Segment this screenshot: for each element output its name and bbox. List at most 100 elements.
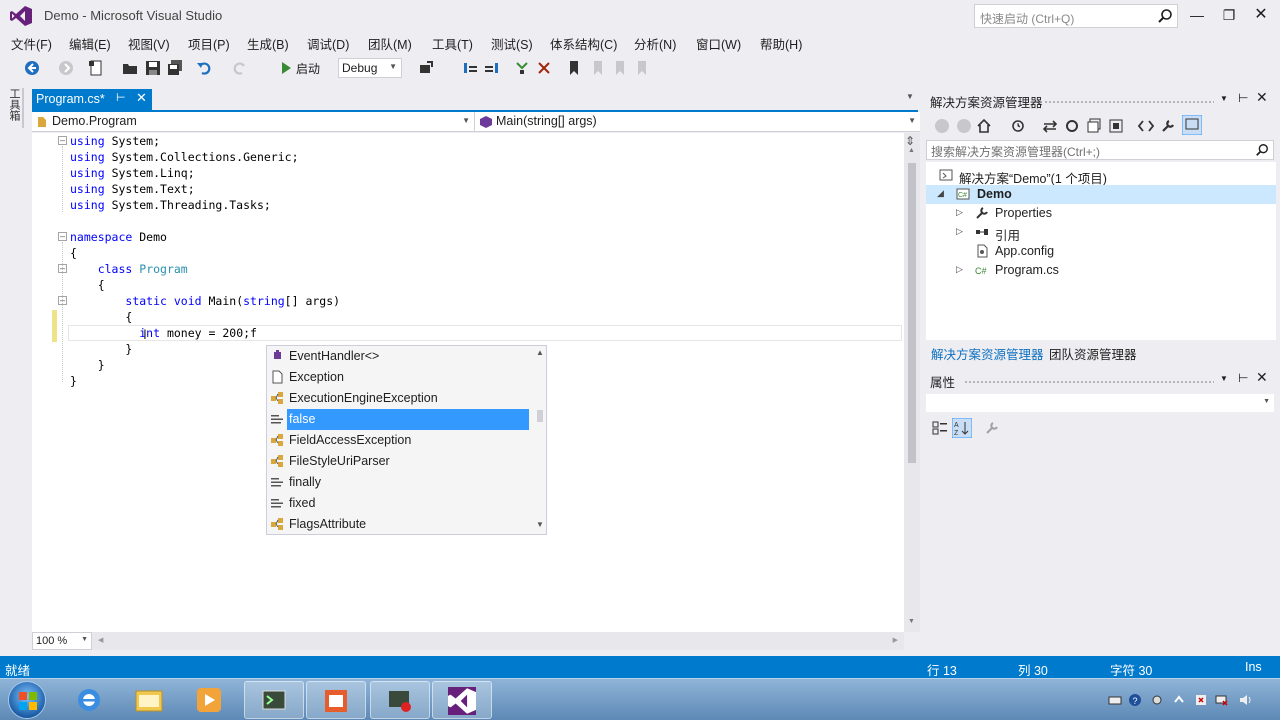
scrollbar-thumb[interactable]: [537, 410, 543, 422]
completion-item[interactable]: finally: [267, 472, 529, 493]
collapse-all-icon[interactable]: [1086, 118, 1102, 134]
taskbar-ie-button[interactable]: [60, 681, 120, 719]
menu-analyze[interactable]: 分析(N): [634, 34, 676, 53]
tree-item-properties[interactable]: ▷ Properties: [926, 204, 1276, 223]
taskbar-app-button[interactable]: [244, 681, 304, 719]
taskbar-visual-studio-button[interactable]: [432, 681, 492, 719]
taskbar-app-button[interactable]: [370, 681, 430, 719]
member-dropdown[interactable]: Main(string[] args) ▼: [476, 112, 920, 131]
start-button[interactable]: [8, 681, 46, 719]
network-icon[interactable]: [1214, 693, 1228, 707]
new-project-icon[interactable]: [88, 60, 104, 76]
save-icon[interactable]: [145, 60, 161, 76]
properties-object-dropdown[interactable]: ▼: [926, 394, 1274, 412]
start-debugging-label[interactable]: 启动: [296, 60, 320, 77]
clear-bookmarks-icon[interactable]: [634, 60, 650, 76]
step-over-icon[interactable]: [484, 60, 500, 76]
sync-icon[interactable]: [1042, 118, 1058, 134]
tree-item-project[interactable]: ◢ C# Demo: [926, 185, 1276, 204]
completion-item[interactable]: FileStyleUriParser: [267, 451, 529, 472]
close-icon[interactable]: ✕: [1256, 89, 1268, 106]
menu-test[interactable]: 测试(S): [491, 34, 533, 53]
panel-menu-icon[interactable]: ▼: [1220, 94, 1228, 103]
tree-item-app-config[interactable]: App.config: [926, 242, 1276, 261]
scroll-up-icon[interactable]: ▲: [908, 147, 915, 154]
tree-item-solution[interactable]: 解决方案“Demo”(1 个项目): [926, 166, 1276, 186]
taskbar-explorer-button[interactable]: [120, 681, 180, 719]
editor-horizontal-scrollbar[interactable]: ◀ ▶: [92, 632, 904, 650]
completion-item[interactable]: FieldAccessException: [267, 430, 529, 451]
tab-team-explorer[interactable]: 团队资源管理器: [1049, 344, 1137, 363]
collapse-icon[interactable]: –: [58, 136, 67, 145]
menu-build[interactable]: 生成(B): [247, 34, 289, 53]
attach-icon[interactable]: [418, 60, 434, 76]
collapsed-arrow-icon[interactable]: ▷: [956, 207, 963, 218]
completion-item[interactable]: EventHandler<>: [267, 346, 529, 367]
collapse-icon[interactable]: –: [58, 232, 67, 241]
view-code-icon[interactable]: [1138, 118, 1154, 134]
panel-menu-icon[interactable]: ▼: [1220, 374, 1228, 383]
scrollbar-thumb[interactable]: [908, 163, 916, 463]
breakpoint-icon[interactable]: [514, 60, 530, 76]
undo-icon[interactable]: [196, 60, 212, 76]
keyboard-icon[interactable]: [1108, 693, 1122, 707]
home-icon[interactable]: [976, 118, 992, 134]
completion-item[interactable]: Exception: [267, 367, 529, 388]
redo-icon[interactable]: [232, 60, 248, 76]
minimize-button[interactable]: —: [1182, 4, 1212, 26]
taskbar-app-button[interactable]: [306, 681, 366, 719]
show-all-files-icon[interactable]: [1108, 118, 1124, 134]
menu-help[interactable]: 帮助(H): [760, 34, 802, 53]
menu-file[interactable]: 文件(F): [11, 34, 52, 53]
completion-item[interactable]: fixed: [267, 493, 529, 514]
help-icon[interactable]: ?: [1128, 693, 1142, 707]
preview-selected-icon[interactable]: [1182, 115, 1202, 135]
scroll-down-icon[interactable]: ▼: [908, 618, 915, 625]
show-hidden-icons-icon[interactable]: [1172, 693, 1186, 707]
properties-wrench-icon[interactable]: [1160, 118, 1176, 134]
zoom-dropdown[interactable]: 100 % ▼: [32, 632, 92, 650]
collapsed-arrow-icon[interactable]: ▷: [956, 226, 963, 237]
menu-edit[interactable]: 编辑(E): [69, 34, 111, 53]
pin-icon[interactable]: ⊢: [116, 91, 126, 104]
save-all-icon[interactable]: [167, 60, 183, 76]
expanded-arrow-icon[interactable]: ◢: [937, 188, 944, 199]
step-icon[interactable]: [462, 60, 478, 76]
close-tab-icon[interactable]: ✕: [136, 90, 147, 106]
solution-explorer-search[interactable]: 搜索解决方案资源管理器(Ctrl+;): [926, 140, 1274, 160]
prev-bookmark-icon[interactable]: [590, 60, 606, 76]
completion-item-selected[interactable]: false: [287, 409, 529, 430]
back-icon[interactable]: [934, 118, 950, 134]
categorized-icon[interactable]: [932, 420, 948, 436]
scroll-up-icon[interactable]: ▲: [536, 348, 544, 357]
scroll-left-icon[interactable]: ◀: [98, 636, 103, 644]
tree-item-program-cs[interactable]: ▷ C# Program.cs: [926, 261, 1276, 280]
next-bookmark-icon[interactable]: [612, 60, 628, 76]
open-file-icon[interactable]: [122, 60, 138, 76]
pin-icon[interactable]: ⊢: [1238, 91, 1248, 105]
class-dropdown[interactable]: Demo.Program ▼: [32, 112, 475, 131]
collapsed-arrow-icon[interactable]: ▷: [956, 264, 963, 275]
tab-program-cs[interactable]: Program.cs* ⊢ ✕: [32, 89, 152, 110]
bookmark-icon[interactable]: [566, 60, 582, 76]
menu-project[interactable]: 项目(P): [188, 34, 230, 53]
completion-scrollbar[interactable]: ▲ ▼: [533, 346, 547, 534]
clear-breakpoint-icon[interactable]: [536, 60, 552, 76]
completion-item[interactable]: ExecutionEngineException: [267, 388, 529, 409]
intellisense-completion-list[interactable]: EventHandler<> Exception ExecutionEngine…: [266, 345, 547, 535]
pin-icon[interactable]: ⊢: [1238, 371, 1248, 385]
start-icon[interactable]: [278, 60, 294, 76]
menu-tools[interactable]: 工具(T): [432, 34, 473, 53]
panel-grip[interactable]: [1044, 100, 1214, 105]
configuration-dropdown[interactable]: Debug ▼: [338, 58, 402, 78]
menu-view[interactable]: 视图(V): [128, 34, 170, 53]
panel-grip[interactable]: [964, 380, 1214, 385]
tray-settings-icon[interactable]: [1150, 693, 1164, 707]
close-button[interactable]: ✕: [1246, 4, 1276, 26]
tab-overflow-icon[interactable]: ▼: [906, 92, 914, 101]
tree-item-references[interactable]: ▷ 引用: [926, 223, 1276, 243]
property-pages-icon[interactable]: [984, 420, 1000, 436]
alphabetical-icon[interactable]: AZ: [952, 418, 972, 438]
navigate-forward-icon[interactable]: [58, 60, 74, 76]
refresh-icon[interactable]: [1064, 118, 1080, 134]
